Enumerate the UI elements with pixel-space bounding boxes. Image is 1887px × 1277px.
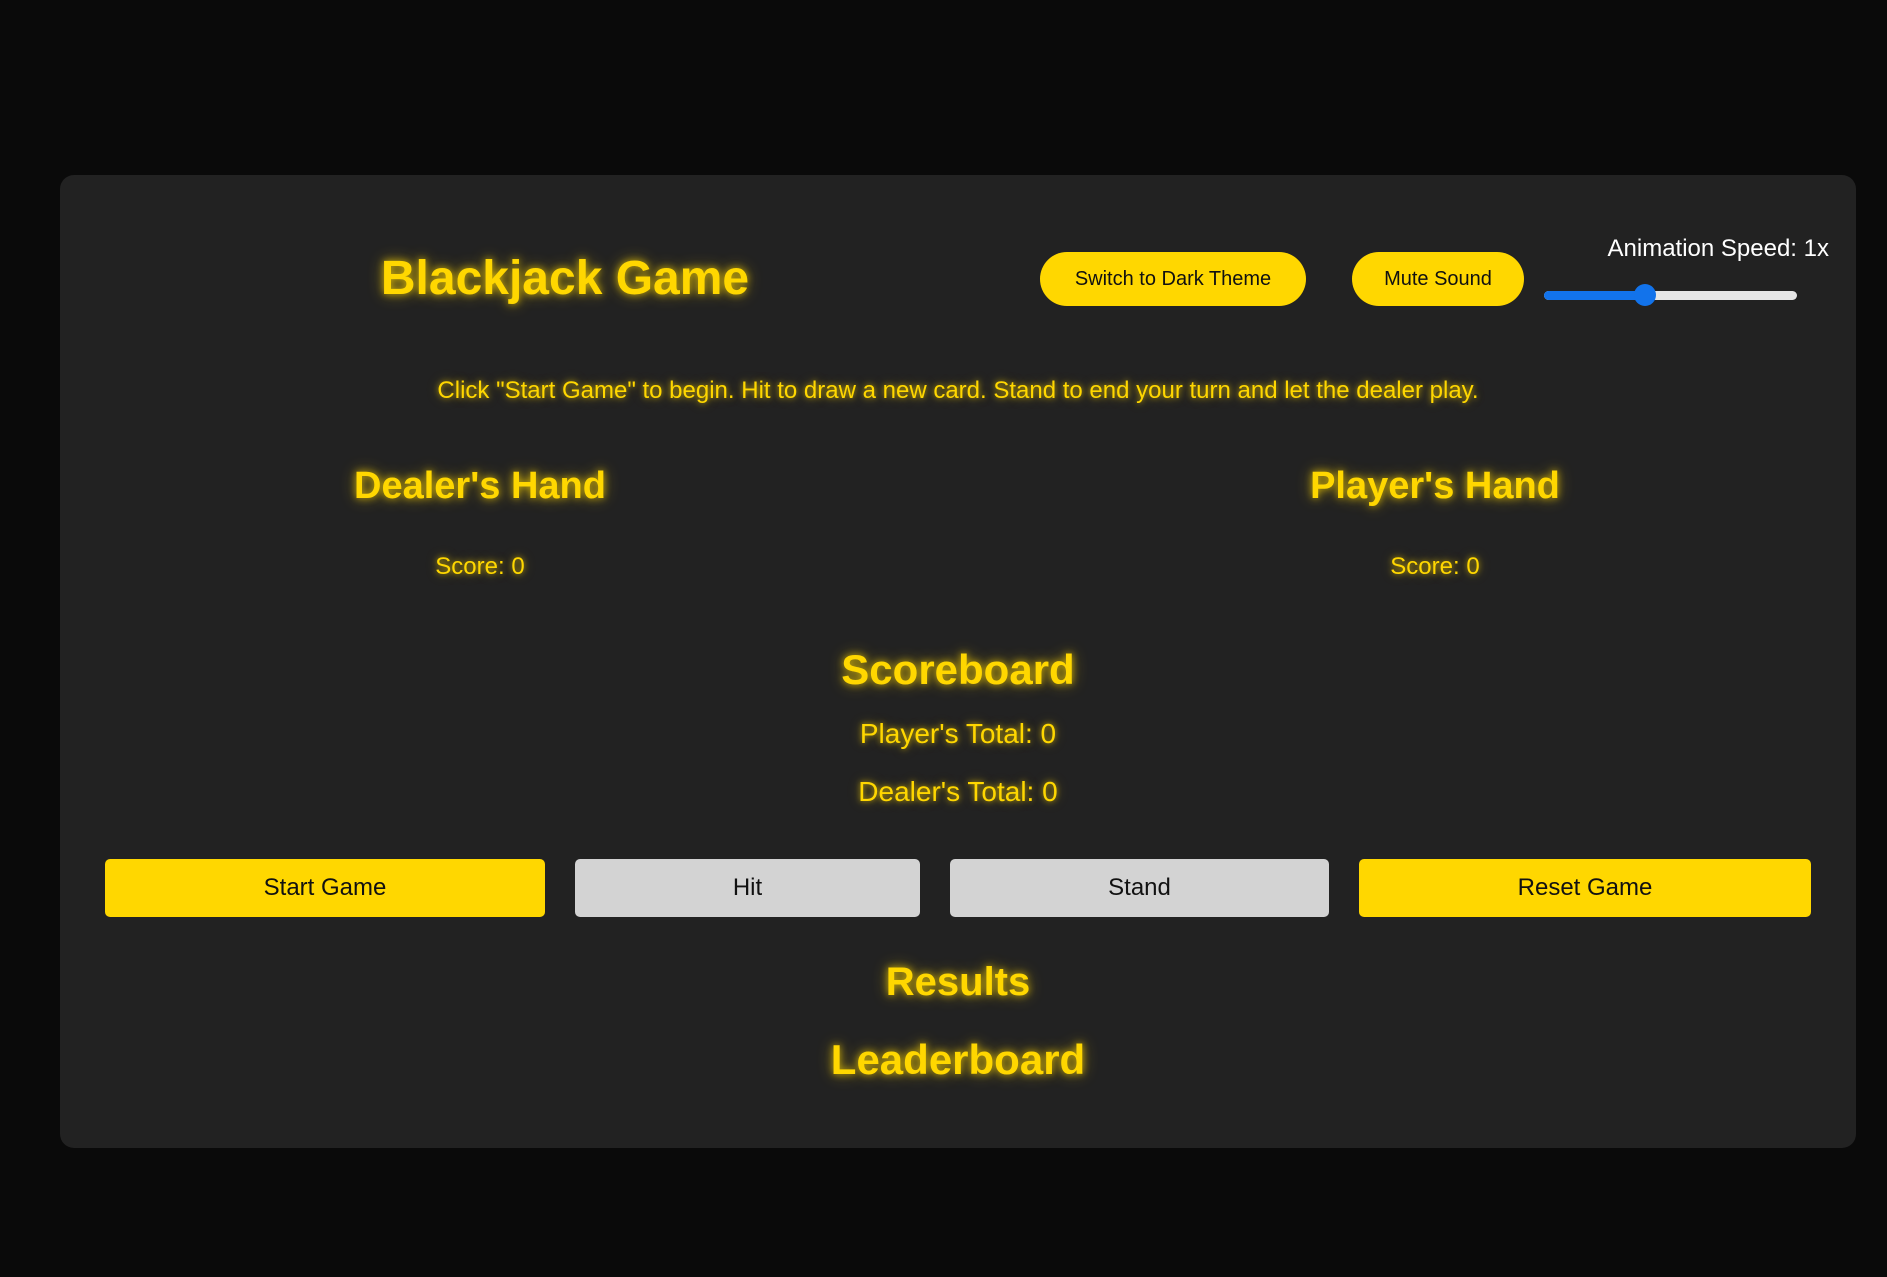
page-title: Blackjack Game <box>380 252 750 305</box>
dealer-hand-heading: Dealer's Hand <box>354 465 606 507</box>
animation-speed-label: Animation Speed: 1x <box>1607 235 1829 262</box>
dealer-hand-section: Dealer's Hand Score: 0 <box>130 461 830 581</box>
slider-thumb[interactable] <box>1634 284 1657 306</box>
player-hand-section: Player's Hand Score: 0 <box>1085 461 1785 581</box>
stand-button[interactable]: Stand <box>950 859 1329 917</box>
game-container: Blackjack Game Switch to Dark Theme Mute… <box>60 175 1856 1148</box>
reset-game-button[interactable]: Reset Game <box>1359 859 1811 917</box>
leaderboard-heading: Leaderboard <box>830 1036 1086 1083</box>
scoreboard-heading: Scoreboard <box>841 646 1075 693</box>
results-heading: Results <box>885 960 1031 1004</box>
instructions-text: Click "Start Game" to begin. Hit to draw… <box>437 377 1479 404</box>
scoreboard-section: Scoreboard Player's Total: 0 Dealer's To… <box>60 643 1856 809</box>
slider-fill <box>1544 291 1646 300</box>
player-score: Score: 0 <box>1390 553 1480 580</box>
mute-sound-button[interactable]: Mute Sound <box>1352 252 1524 306</box>
slider-track <box>1544 291 1797 300</box>
switch-theme-button[interactable]: Switch to Dark Theme <box>1040 252 1306 306</box>
dealer-score: Score: 0 <box>435 553 525 580</box>
player-hand-heading: Player's Hand <box>1310 465 1560 507</box>
dealer-total: Dealer's Total: 0 <box>858 776 1058 807</box>
start-game-button[interactable]: Start Game <box>105 859 545 917</box>
hit-button[interactable]: Hit <box>575 859 920 917</box>
player-total: Player's Total: 0 <box>859 718 1057 749</box>
animation-speed-slider[interactable] <box>1544 281 1797 309</box>
